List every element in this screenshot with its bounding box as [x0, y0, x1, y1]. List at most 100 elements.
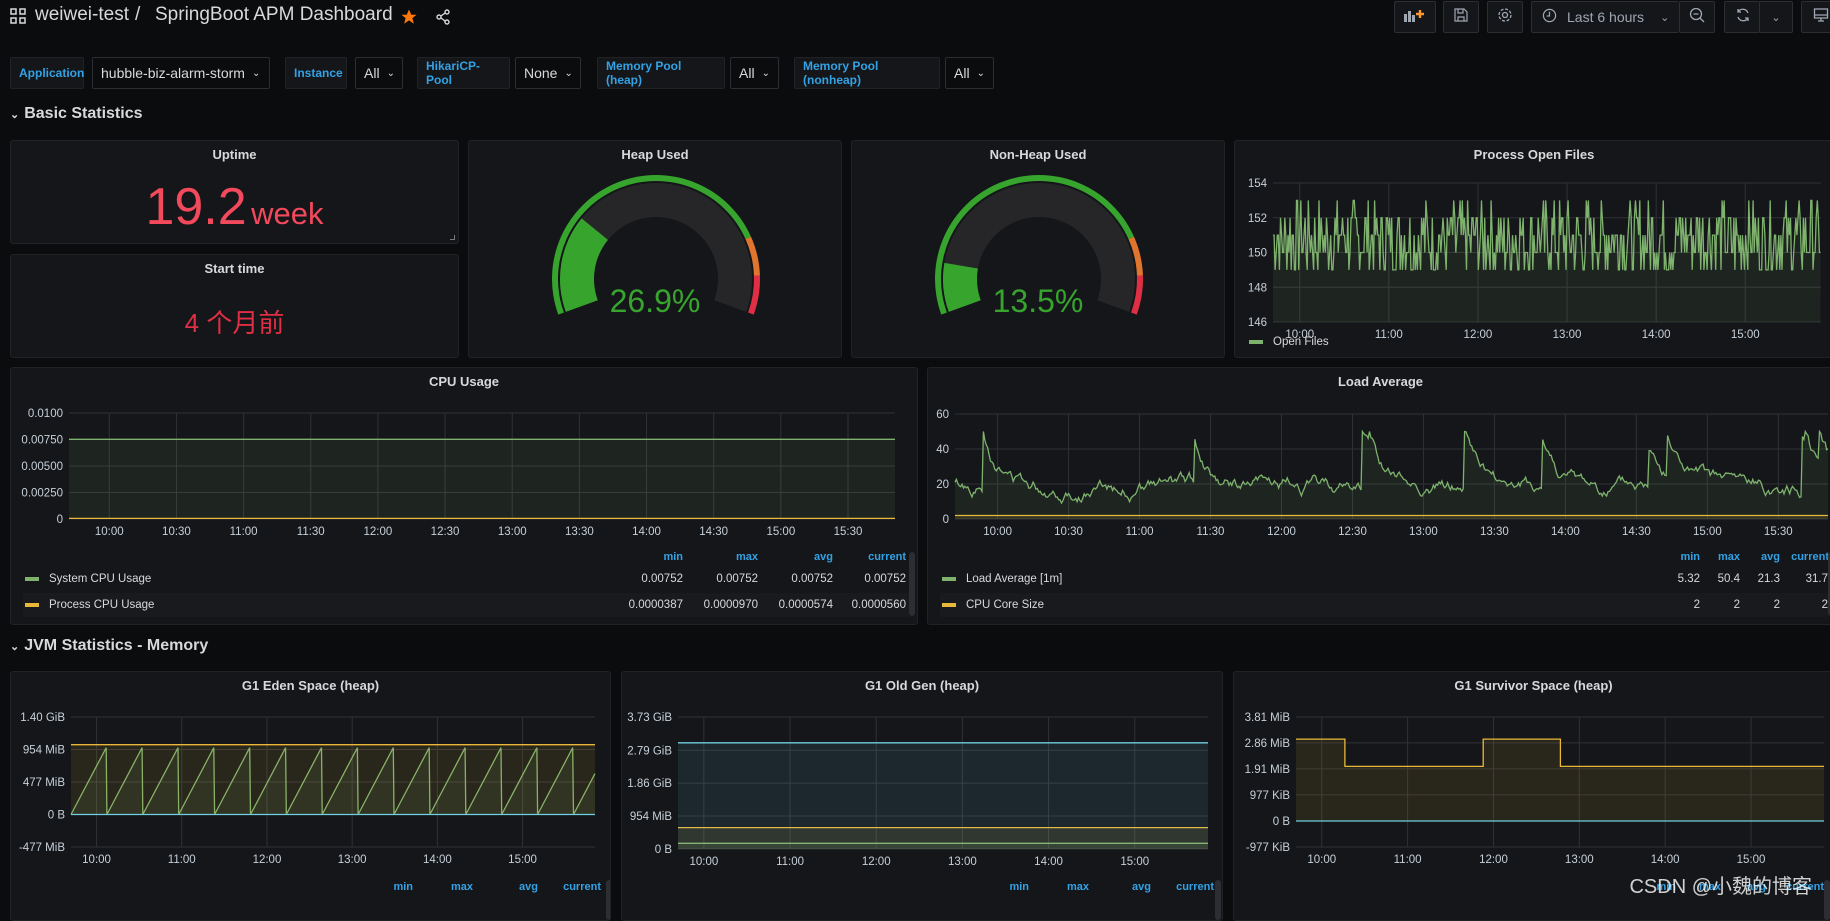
- chevron-down-icon: ⌄: [762, 68, 770, 79]
- y-tick-label: -477 MiB: [19, 842, 65, 854]
- legend-header-max[interactable]: max: [1708, 551, 1740, 563]
- heap-gauge: [469, 141, 842, 358]
- legend-label: Open Files: [1273, 336, 1329, 348]
- dashboard-title[interactable]: SpringBoot APM Dashboard: [155, 4, 393, 26]
- legend-header-max[interactable]: max: [1047, 881, 1089, 893]
- legend-item-cpu-core-size[interactable]: CPU Core Size 2 2 2 2: [940, 593, 1828, 617]
- x-tick-label: 11:30: [297, 526, 325, 538]
- nonheap-gauge: [852, 141, 1225, 358]
- variable-select-instance[interactable]: All⌄: [355, 57, 403, 89]
- x-tick-label: 12:30: [431, 526, 460, 538]
- legend-item-system-cpu[interactable]: System CPU Usage 0.00752 0.00752 0.00752…: [11, 567, 909, 591]
- series-area: [678, 743, 1208, 849]
- survivor-chart: -977 KiB0 B977 KiB1.91 MiB2.86 MiB3.81 M…: [1234, 672, 1830, 872]
- x-tick-label: 15:00: [1120, 856, 1149, 868]
- legend-min: 0.0000387: [611, 599, 683, 611]
- star-icon[interactable]: [400, 8, 418, 31]
- variable-select-application[interactable]: hubble-biz-alarm-storm⌄: [92, 57, 270, 89]
- x-tick-label: 12:00: [862, 856, 891, 868]
- dashboard-settings-button[interactable]: [1487, 1, 1523, 33]
- panel-cpu-usage: CPU Usage 00.002500.005000.007500.010010…: [10, 367, 918, 625]
- add-panel-icon: [1404, 8, 1426, 26]
- folder-breadcrumb[interactable]: weiwei-test: [35, 4, 129, 26]
- panel-load-average: Load Average 020406010:0010:3011:0011:30…: [927, 367, 1830, 625]
- x-tick-label: 13:00: [948, 856, 977, 868]
- variable-select-memory-pool-heap[interactable]: All ⌄: [730, 57, 779, 89]
- variable-label-instance: Instance: [285, 57, 347, 89]
- x-tick-label: 10:00: [689, 856, 718, 868]
- legend-header-avg[interactable]: avg: [1748, 551, 1780, 563]
- share-icon[interactable]: [435, 9, 451, 30]
- legend-header-min[interactable]: min: [371, 881, 413, 893]
- legend-avg: 21.3: [1740, 573, 1780, 585]
- zoom-out-icon: [1689, 7, 1705, 27]
- legend-scrollbar[interactable]: [1824, 880, 1830, 920]
- variable-value: All: [739, 65, 755, 81]
- tv-mode-button[interactable]: [1801, 1, 1830, 33]
- panel-title[interactable]: Uptime: [11, 147, 458, 162]
- y-tick-label: 60: [936, 409, 949, 421]
- y-tick-label: 0.0100: [28, 408, 63, 420]
- legend-item-process-cpu[interactable]: Process CPU Usage 0.0000387 0.0000970 0.…: [23, 593, 909, 617]
- row-jvm-statistics-memory[interactable]: ⌄JVM Statistics - Memory: [10, 637, 208, 655]
- x-tick-label: 15:00: [508, 854, 537, 866]
- y-tick-label: 2.86 MiB: [1245, 738, 1291, 750]
- x-tick-label: 11:00: [1394, 854, 1422, 866]
- legend-scrollbar[interactable]: [606, 880, 611, 920]
- uptime-value: 19.2: [145, 178, 246, 236]
- load-average-chart: 020406010:0010:3011:0011:3012:0012:3013:…: [928, 368, 1830, 548]
- legend-header-min[interactable]: min: [641, 551, 683, 563]
- dashboards-grid-icon[interactable]: [10, 8, 26, 24]
- row-basic-statistics[interactable]: ⌄Basic Statistics: [10, 105, 143, 123]
- row-title: JVM Statistics - Memory: [24, 637, 208, 654]
- variable-label-application: Application: [10, 57, 84, 89]
- x-tick-label: 13:00: [1409, 526, 1438, 538]
- legend-scrollbar[interactable]: [909, 552, 915, 616]
- variable-select-memory-pool-nonheap[interactable]: All⌄: [945, 57, 994, 89]
- x-tick-label: 14:00: [632, 526, 661, 538]
- legend-header-current[interactable]: current: [851, 551, 906, 563]
- legend-header-current[interactable]: current: [541, 881, 601, 893]
- legend-header-min[interactable]: min: [987, 881, 1029, 893]
- legend-current: 0.0000560: [834, 599, 906, 611]
- legend-header-min[interactable]: min: [1668, 551, 1700, 563]
- chevron-down-icon: ⌄: [10, 109, 19, 121]
- y-tick-label: 3.73 GiB: [627, 712, 672, 724]
- x-tick-label: 12:00: [364, 526, 393, 538]
- variable-value: All: [364, 65, 380, 81]
- panel-title[interactable]: Start time: [11, 261, 458, 276]
- x-tick-label: 12:00: [1267, 526, 1296, 538]
- legend-header-max[interactable]: max: [431, 881, 473, 893]
- legend-item-open-files[interactable]: Open Files: [1235, 330, 1329, 354]
- variable-label-hikaricp-pool: HikariCP-Pool: [417, 57, 510, 89]
- x-tick-label: 12:00: [1464, 329, 1493, 341]
- time-picker[interactable]: Last 6 hours ⌄: [1531, 1, 1679, 33]
- y-tick-label: 1.91 MiB: [1245, 764, 1291, 776]
- legend-header-avg[interactable]: avg: [496, 881, 538, 893]
- y-tick-label: 146: [1248, 317, 1267, 329]
- legend-max: 2: [1700, 599, 1740, 611]
- legend-header-avg[interactable]: avg: [791, 551, 833, 563]
- legend-header-max[interactable]: max: [716, 551, 758, 563]
- variable-select-hikaricp-pool[interactable]: None⌄: [515, 57, 581, 89]
- legend-header-current[interactable]: current: [1781, 551, 1829, 563]
- y-tick-label: 954 MiB: [23, 744, 66, 756]
- chevron-down-icon: ⌄: [1660, 11, 1669, 24]
- refresh-button[interactable]: [1724, 1, 1760, 33]
- save-dashboard-button[interactable]: [1443, 1, 1479, 33]
- y-tick-label: 2.79 GiB: [627, 745, 672, 757]
- resize-handle-icon[interactable]: [450, 235, 455, 240]
- y-tick-label: 0.00250: [21, 488, 63, 500]
- legend-header-current[interactable]: current: [1154, 881, 1214, 893]
- y-tick-label: 0.00500: [21, 461, 63, 473]
- refresh-interval-dropdown[interactable]: ⌄: [1759, 1, 1793, 33]
- legend-header-avg[interactable]: avg: [1109, 881, 1151, 893]
- add-panel-button[interactable]: [1394, 1, 1436, 33]
- legend-swatch: [942, 577, 956, 581]
- panel-uptime: Uptime 19.2 week: [10, 140, 459, 244]
- y-tick-label: 0 B: [655, 844, 673, 856]
- legend-scrollbar[interactable]: [1215, 880, 1221, 920]
- legend-item-load-average-1m[interactable]: Load Average [1m] 5.32 50.4 21.3 31.7: [928, 567, 1828, 591]
- x-tick-label: 12:00: [253, 854, 282, 866]
- zoom-out-button[interactable]: [1679, 1, 1715, 33]
